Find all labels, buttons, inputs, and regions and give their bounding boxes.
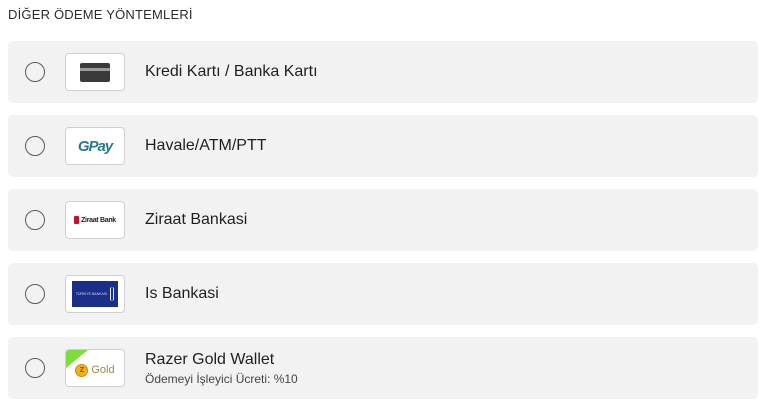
radio-button[interactable] bbox=[25, 358, 45, 378]
is-bankasi-logo-box: TÜRKİYE BANKASI bbox=[65, 275, 125, 313]
payment-method-credit-card[interactable]: Kredi Kartı / Banka Kartı bbox=[8, 41, 758, 103]
ziraat-emblem-icon bbox=[74, 216, 80, 224]
razer-gold-logo: Z Gold bbox=[75, 363, 115, 377]
payment-method-havale[interactable]: GPay Havale/ATM/PTT bbox=[8, 115, 758, 177]
processing-fee-note: Ödemeyi İşleyici Ücreti: %10 bbox=[145, 371, 298, 386]
is-bankasi-logo-text: TÜRKİYE BANKASI bbox=[75, 292, 108, 296]
credit-card-logo-box bbox=[65, 53, 125, 91]
ziraat-bank-logo-box: Ziraat Bank bbox=[65, 201, 125, 239]
gold-coin-icon: Z bbox=[75, 363, 89, 377]
gpay-logo-box: GPay bbox=[65, 127, 125, 165]
credit-card-icon bbox=[80, 62, 110, 82]
ziraat-logo-text: Ziraat Bank bbox=[81, 216, 116, 224]
radio-button[interactable] bbox=[25, 284, 45, 304]
is-bankasi-logo: TÜRKİYE BANKASI bbox=[72, 281, 118, 307]
ziraat-bank-logo: Ziraat Bank bbox=[74, 216, 116, 224]
payment-method-is-bankasi[interactable]: TÜRKİYE BANKASI Is Bankasi bbox=[8, 263, 758, 325]
is-bankasi-emblem-icon bbox=[110, 287, 115, 301]
radio-button[interactable] bbox=[25, 136, 45, 156]
radio-button[interactable] bbox=[25, 210, 45, 230]
payment-method-label: Ziraat Bankasi bbox=[145, 211, 248, 228]
gpay-logo: GPay bbox=[77, 137, 113, 155]
section-title: DİĞER ÖDEME YÖNTEMLERİ bbox=[8, 7, 193, 22]
payment-method-label: Is Bankasi bbox=[145, 285, 219, 302]
payment-method-label: Kredi Kartı / Banka Kartı bbox=[145, 63, 318, 80]
payment-method-list: Kredi Kartı / Banka Kartı GPay Havale/AT… bbox=[8, 41, 758, 411]
payment-method-label: Havale/ATM/PTT bbox=[145, 137, 267, 154]
payment-method-razer-gold[interactable]: Z Gold Razer Gold Wallet Ödemeyi İşleyic… bbox=[8, 337, 758, 399]
razer-gold-logo-text: Gold bbox=[91, 364, 115, 376]
razer-gold-logo-box: Z Gold bbox=[65, 349, 125, 387]
payment-method-label: Razer Gold Wallet bbox=[145, 350, 275, 368]
payment-method-ziraat[interactable]: Ziraat Bank Ziraat Bankasi bbox=[8, 189, 758, 251]
radio-button[interactable] bbox=[25, 62, 45, 82]
